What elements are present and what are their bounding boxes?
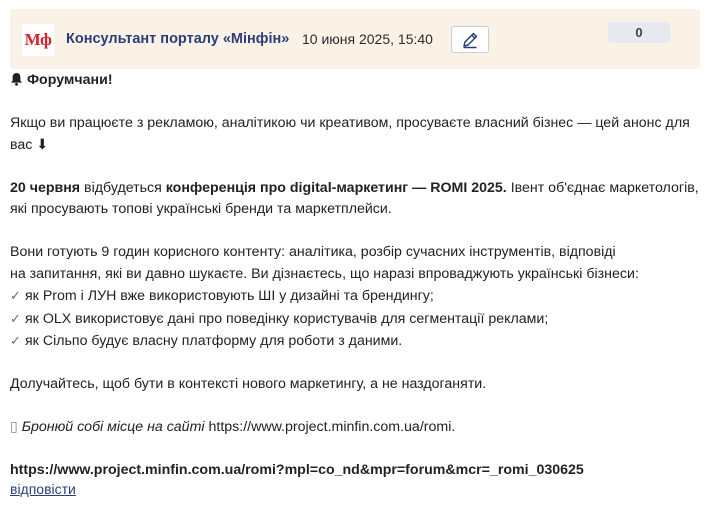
cta-paragraph: Долучайтесь, щоб бути в контексті нового… <box>10 376 487 392</box>
bullet-text: як Сільпо будує власну платформу для роб… <box>25 333 403 349</box>
content-line-1: Вони готують 9 годин корисного контенту:… <box>10 244 616 260</box>
bullet-text: як Prom і ЛУН вже використовують ШІ у ди… <box>25 288 434 304</box>
post-header: Мф Консультант порталу «Мінфін» 10 июня … <box>10 9 700 69</box>
booking-text: Бронюй собі місце на сайті <box>21 419 205 435</box>
event-name: конференція про digital-маркетинг — ROMI… <box>165 179 507 196</box>
check-icon: ✓ <box>10 333 21 348</box>
event-paragraph: 20 червня відбудеться конференція про di… <box>10 178 700 221</box>
intro-paragraph: Якщо ви працюєте з рекламою, аналітикою … <box>10 113 700 156</box>
avatar-logo-text: Мф <box>24 30 52 49</box>
edit-button[interactable] <box>451 26 489 53</box>
event-mid-text: відбудеться <box>80 179 166 196</box>
bullet-text: як OLX використовує дані про поведінку к… <box>25 310 549 327</box>
tracking-url: https://www.project.minfin.com.ua/romi?m… <box>10 462 584 478</box>
reply-link[interactable]: відповісти <box>10 481 76 497</box>
forum-post: Мф Консультант порталу «Мінфін» 10 июня … <box>0 0 711 512</box>
arrow-down-icon: ⬇ <box>36 136 49 153</box>
greeting-line: Форумчани! <box>10 70 700 92</box>
author-avatar[interactable]: Мф <box>22 24 54 56</box>
bullet-item: ✓ як Сільпо будує власну платформу для ро… <box>10 330 700 353</box>
bell-icon <box>11 73 22 86</box>
bullet-item: ✓ як OLX використовує дані про поведінку … <box>10 308 700 331</box>
check-icon: ✓ <box>10 288 21 303</box>
missing-glyph-icon: ▯ <box>10 419 18 435</box>
post-body: Форумчани! Якщо ви працюєте з рекламою, … <box>10 70 700 482</box>
content-line-2: на запитання, які ви давно шукаєте. Ви д… <box>10 265 639 282</box>
author-name-link[interactable]: Консультант порталу «Мінфін» <box>66 31 289 47</box>
check-icon: ✓ <box>10 310 21 326</box>
intro-text: Якщо ви працюєте з рекламою, аналітикою … <box>10 115 690 153</box>
pencil-icon <box>463 32 478 48</box>
booking-url: https://www.project.minfin.com.ua/romi. <box>204 419 456 435</box>
rating-badge[interactable]: 0 <box>608 22 670 43</box>
event-date: 20 червня <box>10 179 81 196</box>
post-date: 10 июня 2025, 15:40 <box>302 31 433 47</box>
booking-paragraph: ▯ Бронюй собі місце на сайті https://www… <box>10 417 700 439</box>
greeting-text: Форумчани! <box>26 72 113 88</box>
bullet-item: ✓ як Prom і ЛУН вже використовують ШІ у д… <box>10 285 700 308</box>
